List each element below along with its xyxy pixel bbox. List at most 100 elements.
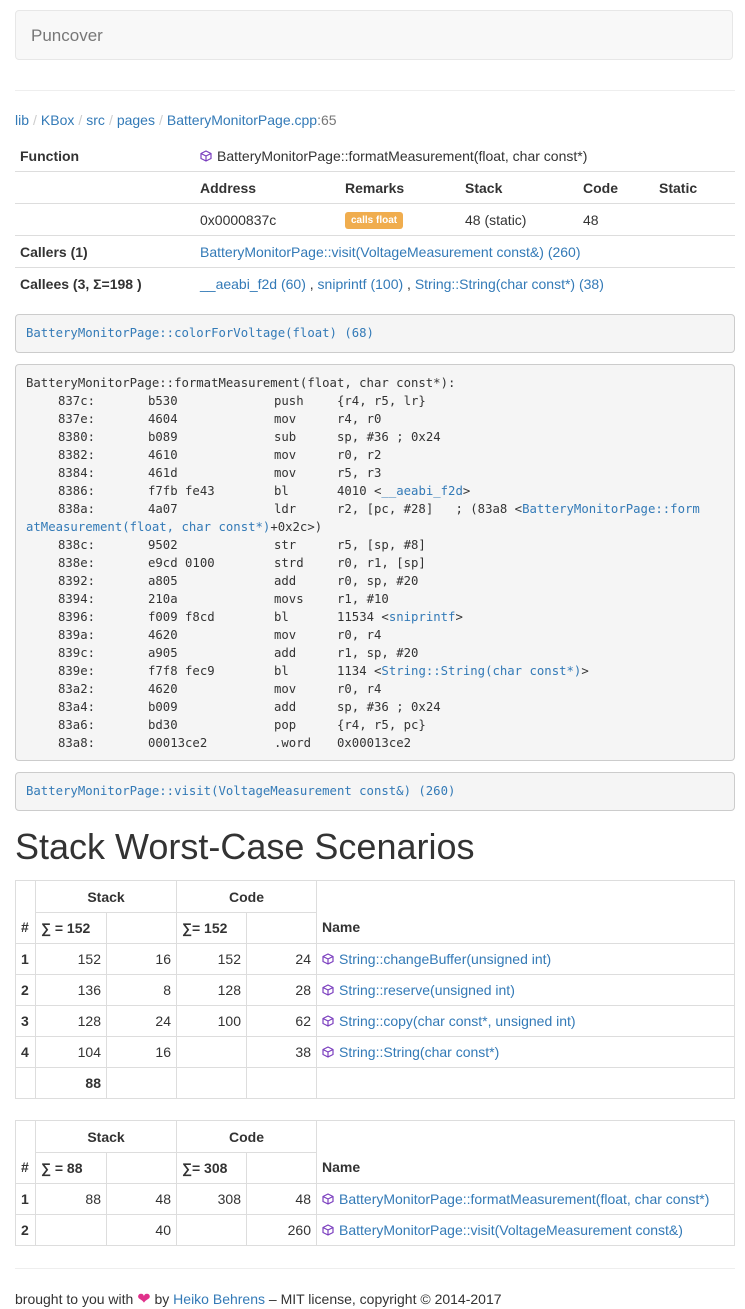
code-cumulative: 100 [176, 1005, 247, 1037]
function-cube-icon [322, 1224, 334, 1236]
breadcrumb-src[interactable]: src [86, 112, 105, 128]
author-link[interactable]: Heiko Behrens [173, 1291, 265, 1307]
breadcrumb-line-number: :65 [317, 112, 337, 128]
asm-line: 8392: a805 add r0, sp, #20 [26, 572, 724, 590]
asm-addr: 839c: [58, 646, 96, 660]
asm-hex: bd30 [148, 718, 178, 732]
scenario-row: 2 40 260 BatteryMonitorPage::visit(VoltageM… [15, 1214, 735, 1246]
scenario-row: 3 128 24 100 62 String::copy(char const*, uns… [15, 1005, 735, 1037]
next-function-box: BatteryMonitorPage::visit(VoltageMeasure… [15, 772, 735, 811]
asm-symbol-link[interactable]: String::String(char const*) [381, 664, 581, 678]
breadcrumb-pages[interactable]: pages [117, 112, 155, 128]
asm-op: movs [274, 592, 304, 606]
disassembly-lines: 837c: b530 push {r4, r5, lr} 837e: 4604 mov r4,… [26, 392, 724, 752]
asm-hex: 4620 [148, 628, 178, 642]
asm-args: r0, r4 [337, 682, 382, 696]
col-remarks: Remarks [340, 171, 460, 204]
section-title: Stack Worst-Case Scenarios [15, 826, 475, 867]
function-cube-icon [322, 984, 334, 996]
function-cube-icon [322, 953, 334, 965]
scenario-row: 2 136 8 128 28 String::reserve(unsigned int) [15, 974, 735, 1006]
asm-line: atMeasurement(float, char const*)+0x2c>) [26, 518, 724, 536]
asm-symbol-link[interactable]: sniprintf [389, 610, 456, 624]
next-function-link[interactable]: BatteryMonitorPage::visit(VoltageMeasure… [26, 784, 455, 798]
asm-line: 8386: f7fb fe43 bl 4010 <__aeabi_f2d> [26, 482, 724, 500]
asm-args: r2, [pc, #28] ; (83a8 < [337, 502, 523, 516]
stack-cumulative: 128 [35, 1005, 107, 1037]
stack-total: 88 [35, 1067, 107, 1099]
asm-symbol-link[interactable]: __aeabi_f2d [381, 484, 462, 498]
function-cube-icon [200, 149, 212, 162]
stack-own: 8 [106, 974, 177, 1006]
stack-own: 40 [106, 1214, 177, 1246]
asm-op: .word [274, 736, 312, 750]
asm-line: 8380: b089 sub sp, #36 ; 0x24 [26, 428, 724, 446]
asm-hex: a905 [148, 646, 178, 660]
asm-addr: 8396: [58, 610, 96, 624]
asm-symbol-link[interactable]: atMeasurement(float, char const*) [26, 520, 270, 534]
prev-function-link[interactable]: BatteryMonitorPage::colorForVoltage(floa… [26, 326, 374, 340]
asm-args: 0x00013ce2 [337, 736, 412, 750]
function-link[interactable]: BatteryMonitorPage::visit(VoltageMeasure… [339, 1222, 683, 1238]
asm-hex: b009 [148, 700, 178, 714]
asm-addr: 8382: [58, 448, 96, 462]
callee-link[interactable]: sniprintf (100) [318, 276, 404, 292]
function-link[interactable]: String::changeBuffer(unsigned int) [339, 951, 551, 967]
footer-by: by [150, 1291, 174, 1307]
asm-line: 8394: 210a movs r1, #10 [26, 590, 724, 608]
stack-cumulative: 104 [35, 1036, 107, 1068]
asm-op: mov [274, 466, 297, 480]
prev-function-box: BatteryMonitorPage::colorForVoltage(floa… [15, 314, 735, 353]
asm-op: ldr [274, 502, 297, 516]
callee-link[interactable]: __aeabi_f2d (60) [200, 276, 306, 292]
asm-hex: b530 [148, 394, 178, 408]
callee-link[interactable]: String::String(char const*) (38) [415, 276, 604, 292]
asm-args: {r4, r5, lr} [337, 394, 426, 408]
asm-line: 839c: a905 add r1, sp, #20 [26, 644, 724, 662]
function-link[interactable]: String::String(char const*) [339, 1044, 499, 1060]
function-label: Function [20, 147, 80, 164]
breadcrumb: lib / KBox / src / pages / BatteryMonitorPage.cp… [15, 112, 337, 128]
name-header: Name [316, 880, 735, 944]
callees-label: Callees (3, Σ=198 ) [15, 267, 195, 299]
asm-line: 838a: 4a07 ldr r2, [pc, #28] ; (83a8 <Batte… [26, 500, 724, 518]
asm-tail: > [581, 664, 589, 678]
function-link[interactable]: String::copy(char const*, unsigned int) [339, 1013, 576, 1029]
callers-label: Callers (1) [15, 235, 195, 268]
code-cumulative: 152 [176, 943, 247, 975]
asm-hex: b089 [148, 430, 178, 444]
breadcrumb-lib[interactable]: lib [15, 112, 29, 128]
function-link[interactable]: BatteryMonitorPage::formatMeasurement(fl… [339, 1191, 709, 1207]
code-own: 28 [246, 974, 317, 1006]
asm-args: r0, r2 [337, 448, 382, 462]
breadcrumb-file[interactable]: BatteryMonitorPage.cpp [167, 112, 317, 128]
caller-link[interactable]: BatteryMonitorPage::visit(VoltageMeasure… [200, 244, 581, 260]
asm-symbol-link[interactable]: BatteryMonitorPage::form [522, 502, 700, 516]
asm-addr: 83a2: [58, 682, 96, 696]
asm-args: r1, #10 [337, 592, 389, 606]
asm-op: mov [274, 628, 297, 642]
asm-op: mov [274, 412, 297, 426]
stack-value: 48 (static) [460, 203, 578, 236]
stack-cumulative: 88 [35, 1183, 107, 1215]
function-link[interactable]: String::reserve(unsigned int) [339, 982, 515, 998]
name-header: Name [316, 1120, 735, 1184]
code-own: 38 [246, 1036, 317, 1068]
asm-line: 8396: f009 f8cd bl 11534 <sniprintf> [26, 608, 724, 626]
stack-sum: ∑ = 88 [35, 1152, 107, 1184]
asm-args: r0, r4 [337, 628, 382, 642]
asm-op: add [274, 700, 297, 714]
asm-op: bl [274, 664, 289, 678]
asm-line: 839a: 4620 mov r0, r4 [26, 626, 724, 644]
breadcrumb-kbox[interactable]: KBox [41, 112, 74, 128]
asm-op: sub [274, 430, 297, 444]
scenario-row: 4 104 16 38 String::String(char const*) [15, 1036, 735, 1068]
asm-line: 8382: 4610 mov r0, r2 [26, 446, 724, 464]
asm-addr: 8386: [58, 484, 96, 498]
asm-hex: f7fb fe43 [148, 484, 215, 498]
navbar: Puncover [15, 10, 733, 60]
asm-hex: 4a07 [148, 502, 178, 516]
asm-op: add [274, 646, 297, 660]
asm-op: mov [274, 682, 297, 696]
brand-link[interactable]: Puncover [31, 26, 103, 46]
